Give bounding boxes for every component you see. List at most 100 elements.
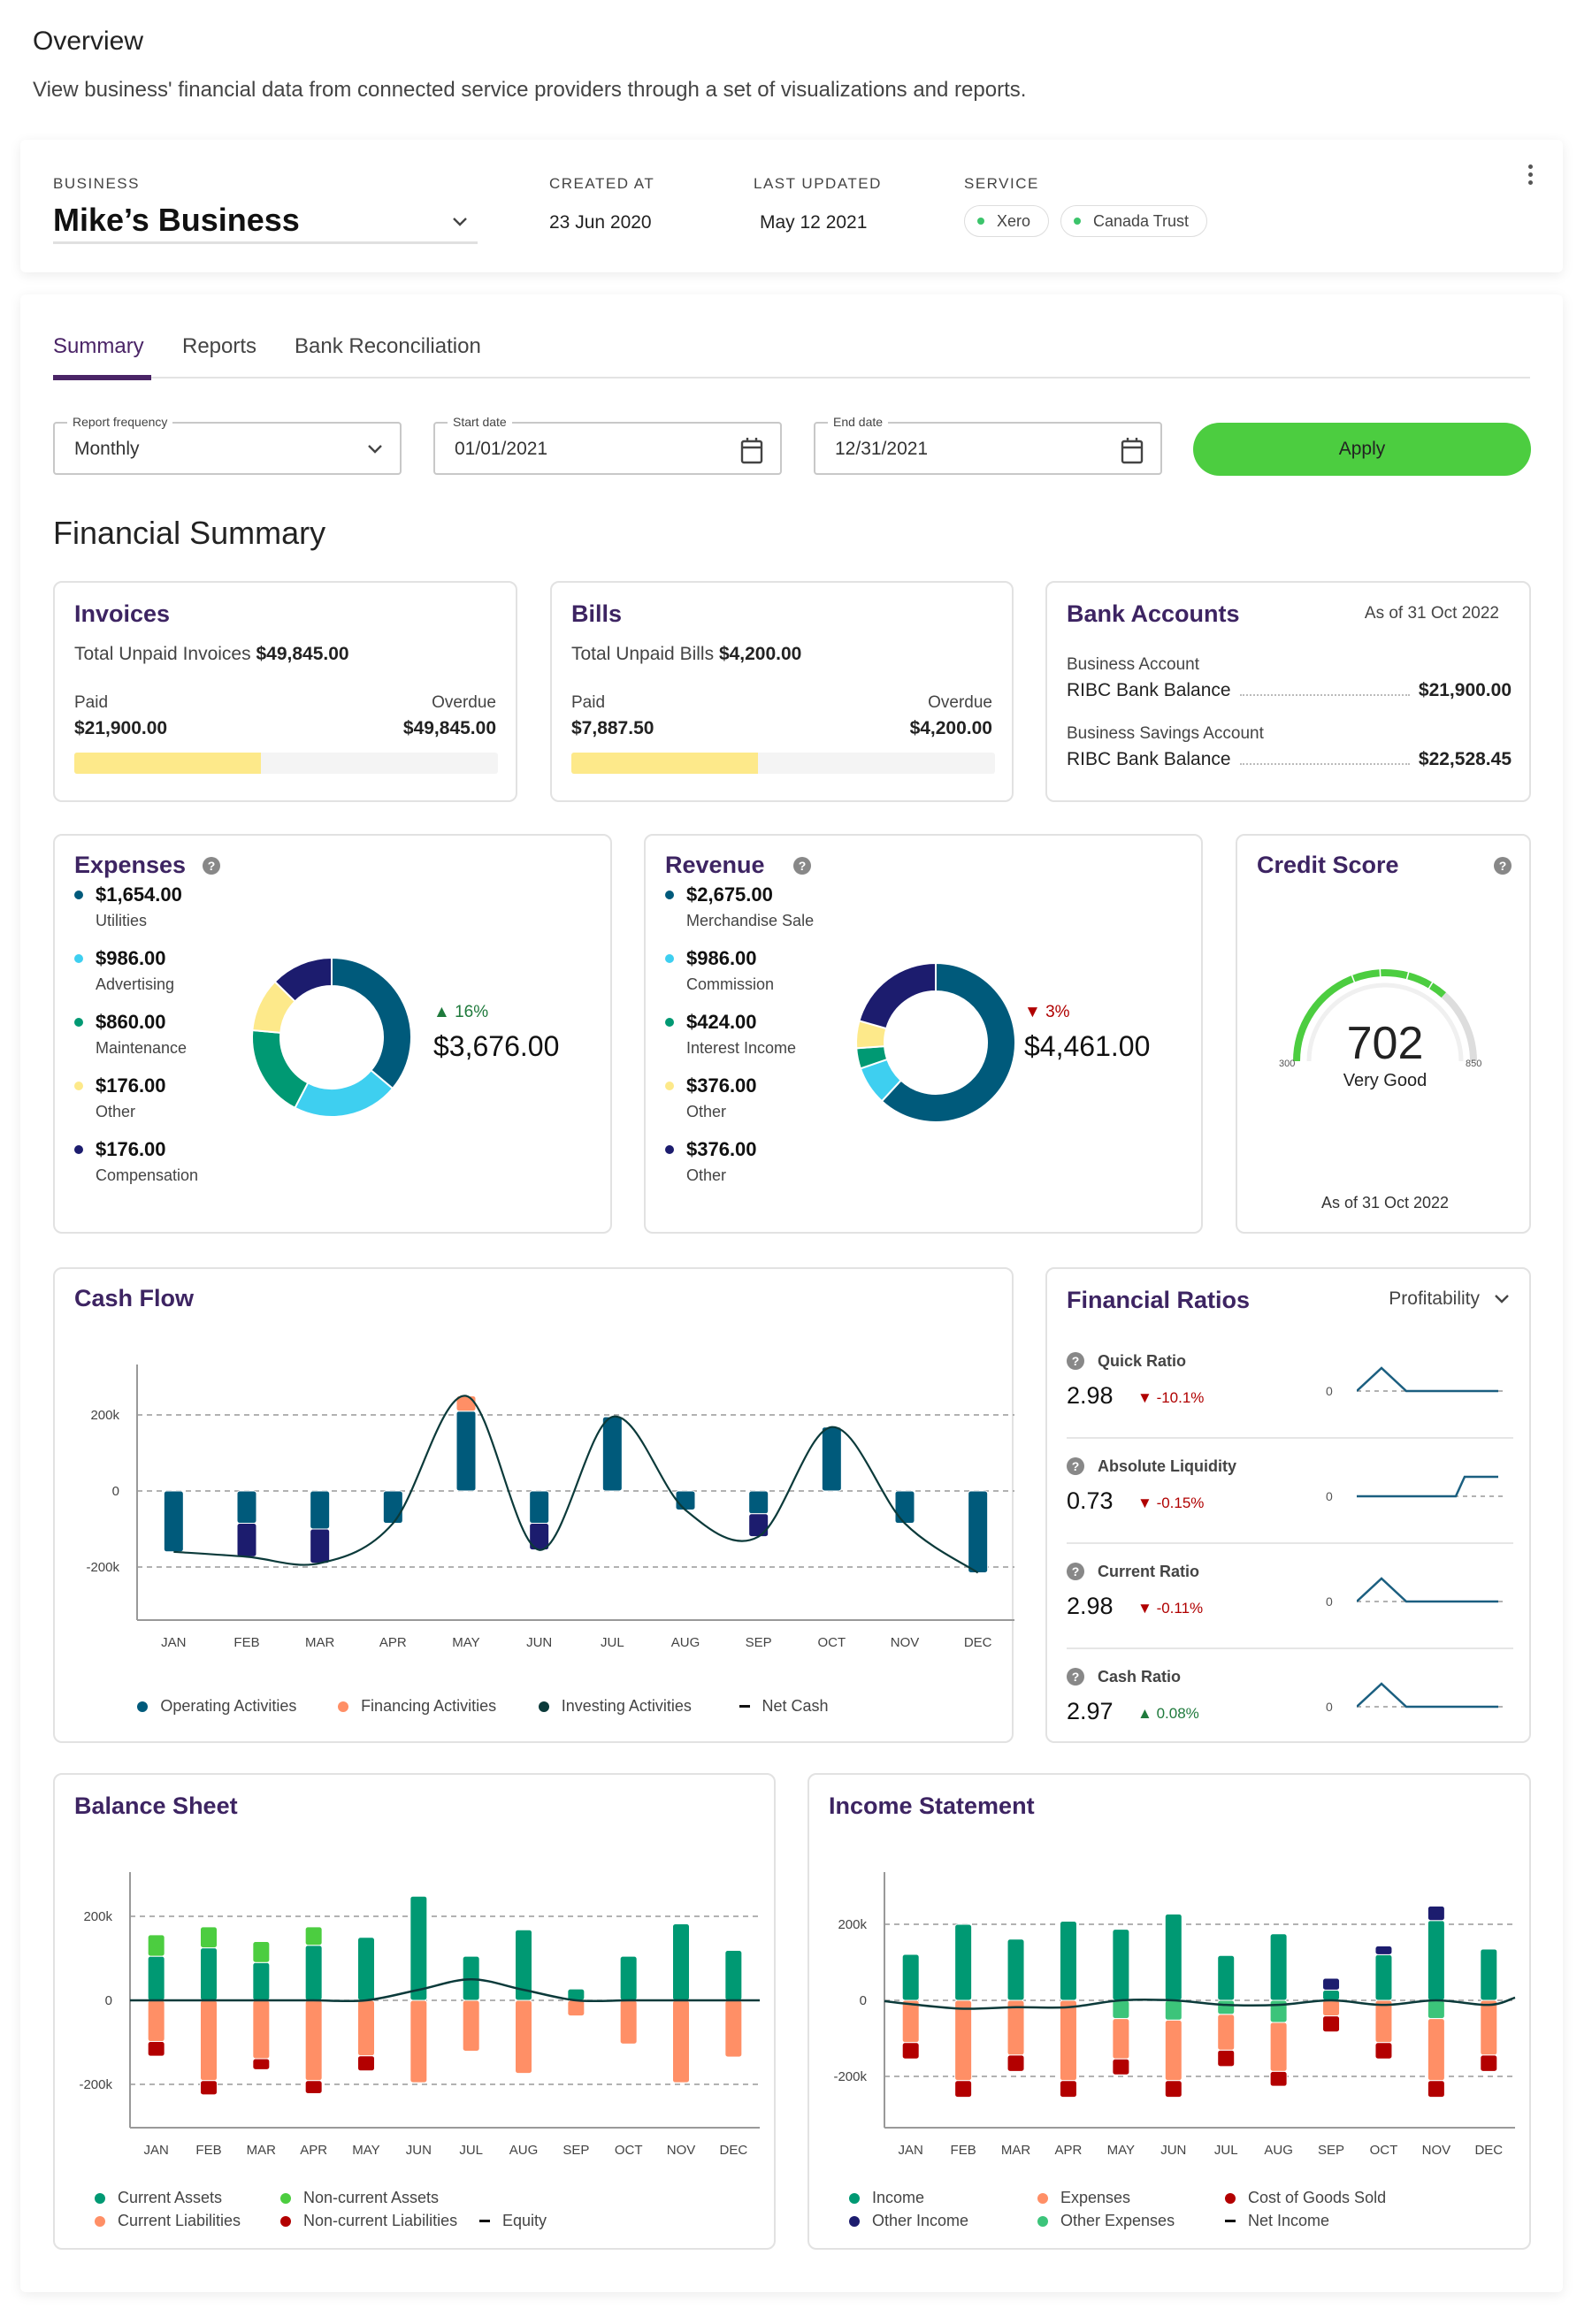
- legend-amount: $860.00: [96, 1011, 166, 1033]
- legend-item[interactable]: Investing Activities: [538, 1697, 692, 1716]
- legend-item[interactable]: Financing Activities: [338, 1697, 496, 1716]
- business-select[interactable]: Mike’s Business: [53, 200, 478, 244]
- bar-segment: [619, 1955, 638, 2001]
- chevron-down-icon: [368, 445, 382, 454]
- invoices-progress-fill: [74, 753, 261, 774]
- legend-dot-icon: [74, 891, 83, 899]
- x-tick-label: JUN: [526, 1635, 552, 1650]
- bank-accounts-title: Bank Accounts: [1067, 600, 1240, 627]
- x-tick-label: FEB: [195, 2143, 221, 2158]
- tabs-divider: [53, 377, 1530, 378]
- help-icon[interactable]: ?: [203, 857, 220, 875]
- x-tick-label: FEB: [233, 1635, 259, 1650]
- created-label: CREATED AT: [549, 175, 655, 192]
- bar-segment: [1480, 2054, 1498, 2072]
- legend-line-icon: [739, 1705, 750, 1708]
- chevron-down-icon: [1495, 1295, 1509, 1303]
- x-tick-label: OCT: [817, 1635, 846, 1650]
- donut-slice: [294, 1068, 394, 1118]
- legend-item[interactable]: Non-current Assets: [280, 2189, 439, 2207]
- legend-line-icon: [1225, 2220, 1236, 2222]
- bar-segment: [894, 1490, 915, 1525]
- legend-category: Interest Income: [686, 1039, 797, 1057]
- updated-value: May 12 2021: [760, 212, 868, 233]
- bar-segment: [147, 2041, 165, 2057]
- end-date-field[interactable]: End date 12/31/2021: [814, 415, 1162, 475]
- expenses-donut: [251, 956, 412, 1118]
- bar-segment: [567, 1999, 586, 2017]
- bar-segment: [1112, 2018, 1130, 2060]
- service-chip-canada-trust[interactable]: Canada Trust: [1060, 205, 1208, 237]
- help-icon[interactable]: ?: [793, 857, 811, 875]
- more-options-icon[interactable]: [1528, 164, 1533, 185]
- legend-amount: $376.00: [686, 1138, 757, 1160]
- bar-segment: [672, 1999, 690, 2083]
- x-tick-label: SEP: [1318, 2143, 1344, 2158]
- legend-item[interactable]: Net Cash: [739, 1697, 829, 1716]
- bills-total: Total Unpaid Bills $4,200.00: [571, 644, 802, 664]
- calendar-icon[interactable]: [739, 436, 764, 464]
- legend-dot-icon: [849, 2192, 860, 2204]
- expenses-change: ▲ 16%: [433, 1003, 489, 1021]
- revenue-title: Revenue: [665, 852, 765, 878]
- help-icon[interactable]: ?: [1067, 1457, 1084, 1475]
- help-icon[interactable]: ?: [1067, 1563, 1084, 1580]
- account-balance: $21,900.00: [1418, 680, 1512, 700]
- service-chip-label: Canada Trust: [1093, 211, 1190, 230]
- x-tick-label: JUL: [601, 1635, 624, 1650]
- legend-dot-icon: [1037, 2192, 1048, 2204]
- gauge-fill-segment: [1352, 969, 1381, 982]
- tab-summary[interactable]: Summary: [53, 334, 144, 359]
- legend-item[interactable]: Non-current Liabilities: [280, 2212, 457, 2230]
- legend-category: Other: [686, 1103, 727, 1120]
- x-tick-label: JUL: [1214, 2143, 1238, 2158]
- help-icon[interactable]: ?: [1494, 857, 1512, 875]
- bar-segment: [1374, 2042, 1393, 2060]
- sparkline-axis-label: 0: [1326, 1594, 1333, 1609]
- ratio-category-select[interactable]: Profitability: [1389, 1288, 1510, 1310]
- calendar-icon[interactable]: [1120, 436, 1144, 464]
- legend-amount: $2,675.00: [686, 883, 773, 906]
- start-date-field[interactable]: Start date 01/01/2021: [433, 415, 782, 475]
- legend-item[interactable]: Operating Activities: [137, 1697, 296, 1716]
- tab-bank-reconciliation[interactable]: Bank Reconciliation: [295, 334, 481, 359]
- help-icon[interactable]: ?: [1067, 1668, 1084, 1686]
- trend-up-icon: ▲: [433, 1003, 450, 1021]
- paid-value: $7,887.50: [571, 718, 654, 738]
- legend-item[interactable]: Net Income: [1225, 2212, 1329, 2230]
- trend-down-icon: ▼: [1137, 1389, 1157, 1406]
- leader-dots: [1239, 763, 1410, 765]
- legend-dot-icon: [1037, 2215, 1048, 2227]
- series-line: [173, 1395, 979, 1574]
- credit-score-as-of: As of 31 Oct 2022: [1320, 1194, 1450, 1212]
- bar-segment: [1427, 2080, 1445, 2098]
- bank-account-row[interactable]: RIBC Bank Balance $22,528.45: [1067, 749, 1512, 770]
- account-type: Business Account: [1067, 655, 1199, 674]
- bar-segment: [748, 1490, 769, 1515]
- bar-segment: [901, 1999, 920, 2044]
- legend-item[interactable]: Other Income: [849, 2212, 968, 2230]
- legend-item[interactable]: Other Expenses: [1037, 2212, 1175, 2230]
- tab-reports[interactable]: Reports: [182, 334, 256, 359]
- bank-as-of: As of 31 Oct 2022: [1364, 604, 1499, 623]
- apply-button[interactable]: Apply: [1193, 423, 1531, 476]
- bar-segment: [252, 1941, 271, 1963]
- bar-segment: [1006, 1999, 1025, 2056]
- legend-dot-icon: [338, 1701, 349, 1712]
- legend-category: Maintenance: [96, 1039, 188, 1057]
- legend-item[interactable]: Current Liabilities: [95, 2212, 241, 2230]
- bank-account-row[interactable]: RIBC Bank Balance $21,900.00: [1067, 680, 1512, 701]
- legend-item[interactable]: Cost of Goods Sold: [1225, 2189, 1386, 2207]
- service-chip-xero[interactable]: Xero: [964, 205, 1050, 237]
- revenue-card: Revenue ? ▼ 3% $4,461.00 $2,675.00 Mercha…: [644, 834, 1203, 1234]
- help-icon[interactable]: ?: [1067, 1352, 1084, 1370]
- y-tick-label: 0: [112, 1484, 119, 1499]
- legend-item[interactable]: Income: [849, 2189, 924, 2207]
- report-frequency-select[interactable]: Report frequency Monthly: [53, 415, 402, 475]
- legend-item[interactable]: Expenses: [1037, 2189, 1130, 2207]
- bar-segment: [901, 2042, 920, 2060]
- service-label: SERVICE: [964, 175, 1039, 192]
- legend-item[interactable]: Equity: [479, 2212, 547, 2230]
- legend-category: Commission: [686, 975, 775, 993]
- legend-item[interactable]: Current Assets: [95, 2189, 222, 2207]
